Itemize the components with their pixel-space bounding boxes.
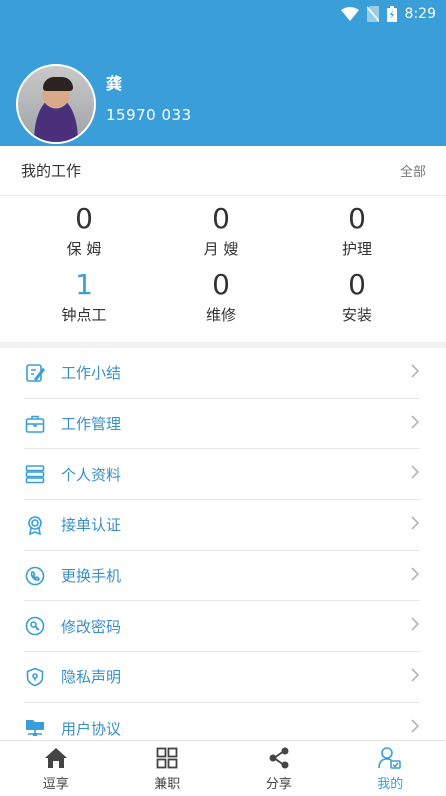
- user-phone: 15970 033: [106, 106, 192, 124]
- work-stats: 0 保 姆 0 月 嫂 0 护理 1 钟点工 0 维修 0 安装: [0, 196, 446, 342]
- tab-home[interactable]: 逗享: [0, 741, 112, 796]
- chevron-right-icon: [410, 363, 420, 383]
- bottom-tab-bar: 逗享 兼职 分享 我的: [0, 740, 446, 796]
- stat-count: 0: [348, 202, 366, 235]
- no-sim-icon: [366, 6, 379, 22]
- my-work-title: 我的工作: [21, 162, 82, 180]
- stat-label: 保 姆: [66, 240, 102, 258]
- stat-installation[interactable]: 0 安装: [297, 268, 417, 326]
- stat-label: 维修: [205, 306, 236, 324]
- home-icon: [43, 745, 69, 771]
- wifi-icon: [340, 7, 359, 21]
- chevron-right-icon: [410, 718, 420, 738]
- menu-item-label: 工作小结: [61, 364, 122, 383]
- chevron-right-icon: [410, 566, 420, 586]
- phone-call-icon: [24, 565, 46, 587]
- settings-menu: 工作小结 工作管理 个人资料 接单认证 更换手机 修改密码 隐私声明 用户协议: [0, 348, 446, 740]
- stat-care[interactable]: 0 护理: [297, 202, 417, 260]
- tab-label: 兼职: [154, 777, 181, 792]
- tab-share[interactable]: 分享: [223, 741, 335, 796]
- lock-ring-icon: [24, 615, 46, 637]
- stat-label: 安装: [341, 306, 372, 324]
- stat-hourly-worker[interactable]: 1 钟点工: [24, 268, 144, 326]
- stat-label: 钟点工: [61, 306, 107, 324]
- grid-icon: [154, 745, 180, 771]
- menu-item-work-summary[interactable]: 工作小结: [24, 348, 420, 399]
- my-work-header: 我的工作 全部: [0, 146, 446, 196]
- chevron-right-icon: [410, 667, 420, 687]
- battery-icon: [386, 6, 397, 22]
- shield-icon: [24, 666, 46, 688]
- status-bar: 8:29: [340, 4, 436, 24]
- menu-item-label: 修改密码: [61, 617, 122, 636]
- user-name: 龚: [106, 74, 123, 93]
- share-icon: [266, 745, 292, 771]
- briefcase-icon: [24, 413, 46, 435]
- profile-icon: [377, 745, 403, 771]
- chevron-right-icon: [410, 515, 420, 535]
- tab-mine[interactable]: 我的: [335, 741, 446, 796]
- stat-maternity-nurse[interactable]: 0 月 嫂: [161, 202, 281, 260]
- folder-network-icon: [24, 717, 46, 739]
- tab-part-time[interactable]: 兼职: [112, 741, 224, 796]
- tab-label: 分享: [265, 777, 292, 792]
- chevron-right-icon: [410, 414, 420, 434]
- stat-count: 0: [75, 202, 93, 235]
- menu-item-label: 更换手机: [61, 567, 122, 586]
- stat-label: 月 嫂: [203, 240, 239, 258]
- clock-text: 8:29: [404, 6, 436, 22]
- menu-item-personal-info[interactable]: 个人资料: [24, 449, 420, 501]
- menu-item-label: 个人资料: [61, 465, 122, 484]
- profile-header: 8:29 龚 15970 033: [0, 0, 446, 146]
- avatar[interactable]: [16, 64, 96, 144]
- stat-nanny[interactable]: 0 保 姆: [24, 202, 144, 260]
- menu-item-work-management[interactable]: 工作管理: [24, 399, 420, 450]
- edit-note-icon: [24, 362, 46, 384]
- menu-item-label: 用户协议: [61, 719, 122, 738]
- menu-item-change-password[interactable]: 修改密码: [24, 601, 420, 653]
- menu-item-label: 工作管理: [61, 415, 122, 434]
- menu-item-label: 隐私声明: [61, 668, 122, 687]
- view-all-link[interactable]: 全部: [400, 161, 426, 180]
- stat-label: 护理: [341, 240, 372, 258]
- stat-repair[interactable]: 0 维修: [161, 268, 281, 326]
- menu-item-change-phone[interactable]: 更换手机: [24, 551, 420, 602]
- my-work-card: 我的工作 全部 0 保 姆 0 月 嫂 0 护理 1 钟点工 0 维修 0 安装: [0, 146, 446, 342]
- stat-count: 0: [348, 268, 366, 301]
- tab-label: 逗享: [42, 777, 69, 792]
- stat-count: 0: [212, 268, 230, 301]
- menu-item-order-certification[interactable]: 接单认证: [24, 500, 420, 551]
- stat-count: 1: [75, 268, 93, 301]
- menu-item-label: 接单认证: [61, 516, 122, 535]
- tab-label: 我的: [377, 777, 404, 792]
- server-stack-icon: [24, 463, 46, 485]
- profile-page: 8:29 龚 15970 033 我的工作 全部 0 保 姆 0 月 嫂 0 护…: [0, 0, 446, 796]
- stat-count: 0: [212, 202, 230, 235]
- chevron-right-icon: [410, 616, 420, 636]
- chevron-right-icon: [410, 464, 420, 484]
- badge-icon: [24, 514, 46, 536]
- menu-item-privacy-statement[interactable]: 隐私声明: [24, 652, 420, 703]
